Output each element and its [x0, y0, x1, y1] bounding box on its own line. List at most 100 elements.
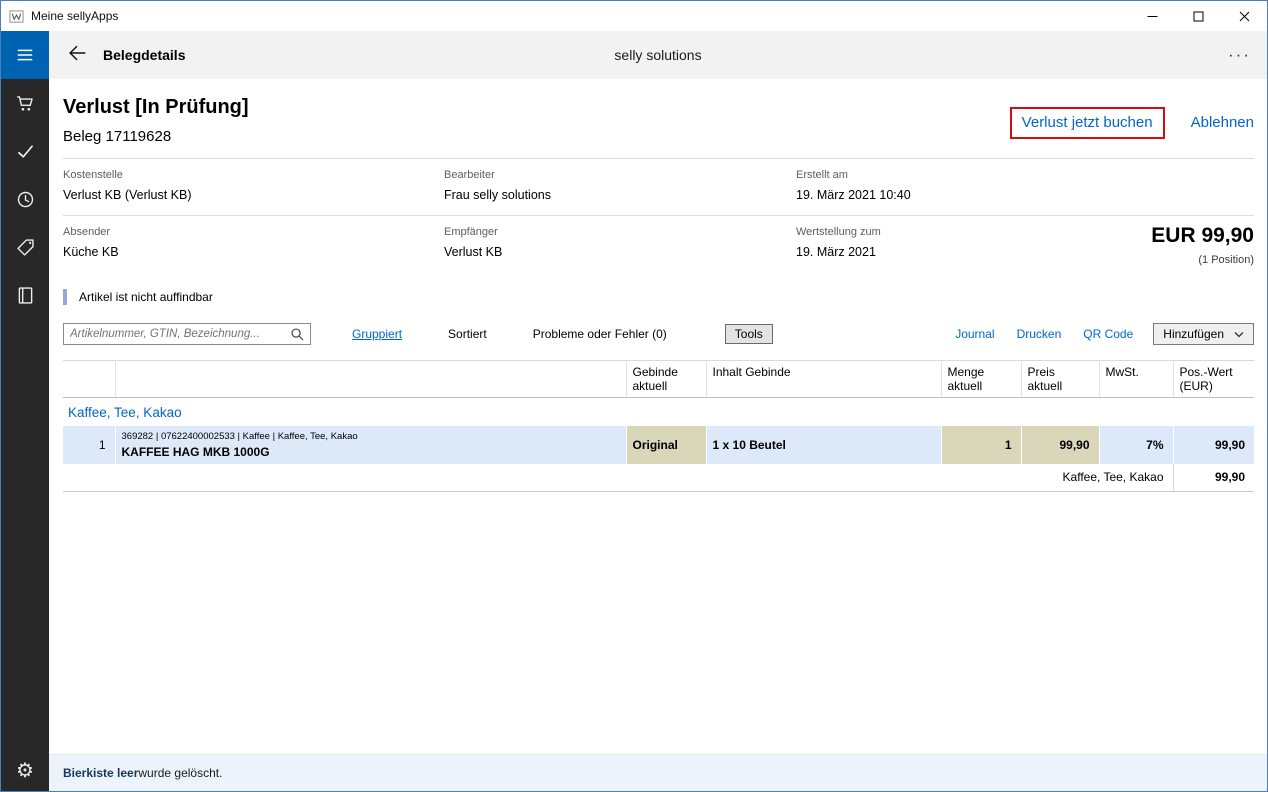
items-table: Gebinde aktuell Inhalt Gebinde Menge akt… [63, 360, 1254, 492]
sidebar-item-cart[interactable] [1, 79, 49, 127]
article-name: KAFFEE HAG MKB 1000G [122, 445, 620, 459]
clock-icon [15, 189, 36, 210]
col-header-pos-wert: Pos.-Wert (EUR) [1173, 361, 1254, 398]
col-header-inhalt: Inhalt Gebinde [706, 361, 941, 398]
col-header-gebinde: Gebinde aktuell [626, 361, 706, 398]
col-header-article [115, 361, 626, 398]
grouped-toggle[interactable]: Gruppiert [352, 327, 402, 341]
sidebar-item-history[interactable] [1, 175, 49, 223]
article-meta: 369282 | 07622400002533 | Kaffee | Kaffe… [122, 431, 620, 442]
sidebar-item-approvals[interactable] [1, 127, 49, 175]
group-row[interactable]: Kaffee, Tee, Kakao [63, 398, 1254, 427]
more-options-button[interactable]: ··· [1228, 50, 1251, 60]
back-button[interactable] [61, 39, 93, 71]
field-kostenstelle: Kostenstelle Verlust KB (Verlust KB) [63, 169, 444, 202]
col-header-preis: Preis aktuell [1021, 361, 1099, 398]
cell-inhalt-gebinde: 1 x 10 Beutel [706, 426, 941, 464]
qr-code-link[interactable]: QR Code [1083, 327, 1133, 341]
field-label: Absender [63, 226, 444, 238]
app-center-title: selly solutions [49, 47, 1267, 63]
close-button[interactable] [1221, 1, 1267, 31]
journal-link[interactable]: Journal [955, 327, 994, 341]
note-text: Artikel ist nicht auffindbar [79, 290, 213, 304]
summary-label: Kaffee, Tee, Kakao [63, 464, 1173, 491]
sidebar-spacer [1, 319, 49, 749]
status-bar: Bierkiste leer wurde gelöscht. [49, 754, 1267, 791]
field-value: Verlust KB [444, 245, 796, 259]
content-area: Verlust [In Prüfung] Beleg 17119628 Verl… [49, 79, 1267, 754]
window-controls [1129, 1, 1267, 31]
print-link[interactable]: Drucken [1017, 327, 1062, 341]
back-arrow-icon [66, 42, 88, 69]
note-accent-bar [63, 289, 67, 305]
cell-pos-wert: 99,90 [1173, 426, 1254, 464]
field-erstellt-am: Erstellt am 19. März 2021 10:40 [796, 169, 1254, 202]
field-value: Küche KB [63, 245, 444, 259]
add-button-label: Hinzufügen [1163, 327, 1224, 341]
summary-value: 99,90 [1173, 464, 1254, 491]
field-bearbeiter: Bearbeiter Frau selly solutions [444, 169, 796, 202]
field-label: Empfänger [444, 226, 796, 238]
cart-icon [15, 93, 36, 114]
cell-mwst: 7% [1099, 426, 1173, 464]
problems-toggle[interactable]: Probleme oder Fehler (0) [533, 327, 667, 341]
field-empfaenger: Empfänger Verlust KB [444, 226, 796, 259]
status-message-text: wurde gelöscht. [138, 766, 222, 780]
field-label: Erstellt am [796, 169, 1254, 181]
tools-button[interactable]: Tools [725, 324, 773, 344]
check-icon [15, 141, 36, 162]
field-value: 19. März 2021 10:40 [796, 188, 1254, 202]
total-amount: EUR 99,90 [1151, 224, 1254, 248]
menu-button[interactable] [1, 31, 49, 79]
window-title: Meine sellyApps [31, 9, 118, 23]
field-value: Verlust KB (Verlust KB) [63, 188, 444, 202]
menu-icon [15, 45, 35, 65]
settings-button[interactable]: ⚙ [1, 749, 49, 791]
document-heading: Verlust [In Prüfung] Beleg 17119628 [63, 96, 249, 145]
col-header-mwst: MwSt. [1099, 361, 1173, 398]
field-absender: Absender Küche KB [63, 226, 444, 259]
maximize-button[interactable] [1175, 1, 1221, 31]
total-positions: (1 Position) [1151, 254, 1254, 266]
minimize-button[interactable] [1129, 1, 1175, 31]
field-label: Bearbeiter [444, 169, 796, 181]
field-label: Kostenstelle [63, 169, 444, 181]
status-message-subject: Bierkiste leer [63, 766, 138, 780]
add-button[interactable]: Hinzufügen [1153, 323, 1254, 345]
sorted-toggle[interactable]: Sortiert [448, 327, 487, 341]
search-box [63, 323, 311, 345]
document-title: Verlust [In Prüfung] [63, 96, 249, 119]
book-now-link[interactable]: Verlust jetzt buchen [1022, 114, 1153, 131]
annotation-red-box: Verlust jetzt buchen [1010, 107, 1165, 139]
items-toolbar: Gruppiert Sortiert Probleme oder Fehler … [63, 323, 1254, 345]
table-header-row: Gebinde aktuell Inhalt Gebinde Menge akt… [63, 361, 1254, 398]
group-label: Kaffee, Tee, Kakao [63, 398, 1254, 427]
cell-preis-aktuell[interactable]: 99,90 [1021, 426, 1099, 464]
field-value: Frau selly solutions [444, 188, 796, 202]
search-icon[interactable] [290, 327, 305, 342]
group-summary-row: Kaffee, Tee, Kakao 99,90 [63, 464, 1254, 491]
app-window: Meine sellyApps [0, 0, 1268, 792]
tag-icon [15, 237, 36, 258]
app-icon [9, 8, 25, 24]
sidebar-item-promotions[interactable] [1, 223, 49, 271]
cell-gebinde-aktuell[interactable]: Original [626, 426, 706, 464]
journal-icon [15, 285, 36, 306]
col-header-menge: Menge aktuell [941, 361, 1021, 398]
page-title: Belegdetails [103, 47, 185, 63]
row-position: 1 [63, 426, 115, 464]
gear-icon: ⚙ [16, 758, 34, 783]
document-number: Beleg 17119628 [63, 128, 249, 145]
note-row: Artikel ist nicht auffindbar [63, 289, 1254, 305]
table-row[interactable]: 1 369282 | 07622400002533 | Kaffee | Kaf… [63, 426, 1254, 464]
chevron-down-icon [1234, 327, 1244, 341]
cell-menge-aktuell[interactable]: 1 [941, 426, 1021, 464]
row-article: 369282 | 07622400002533 | Kaffee | Kaffe… [115, 426, 626, 464]
titlebar: Meine sellyApps [1, 1, 1267, 31]
search-input[interactable] [64, 328, 290, 340]
col-header-pos [63, 361, 115, 398]
document-fields: Kostenstelle Verlust KB (Verlust KB) Bea… [63, 158, 1254, 272]
reject-link[interactable]: Ablehnen [1191, 114, 1254, 131]
sidebar-item-journal[interactable] [1, 271, 49, 319]
page-header: Belegdetails selly solutions ··· [49, 31, 1267, 79]
